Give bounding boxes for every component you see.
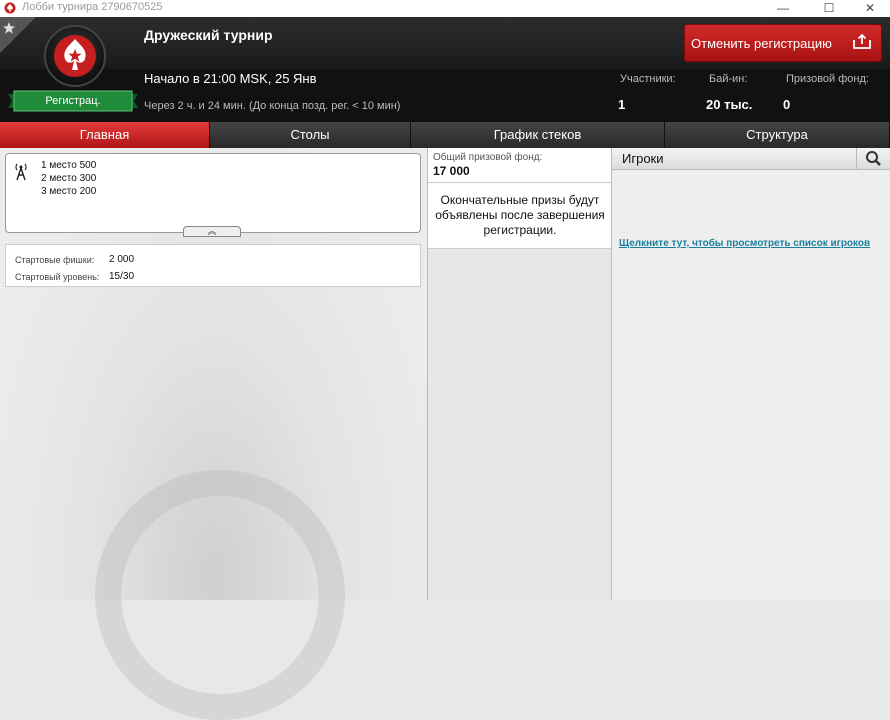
total-prizepool-label: Общий призовой фонд: [433,152,543,163]
starting-level-label: Стартовый уровень: [15,272,100,282]
cancel-registration-icon [853,33,871,49]
prize-place-3: 3 место 200 [41,186,97,197]
tournament-name: Дружеский турнир [144,27,273,43]
pokerstars-logo-icon [44,25,106,87]
buyin-label: Бай-ин: [709,73,748,85]
window-titlebar: Лобби турнира 2790670525 — ☐ ✕ [0,0,890,18]
prize-place-1: 1 место 500 [41,160,97,171]
tab-structure[interactable]: Структура [665,122,890,148]
window-title: Лобби турнира 2790670525 [22,1,163,13]
time-remaining: Через 2 ч. и 24 мин. (До конца позд. рег… [144,100,401,112]
prizepool-header-value: 0 [783,97,791,112]
tab-stack-chart[interactable]: График стеков [411,122,665,148]
prize-place-2: 2 место 300 [41,173,97,184]
search-icon [866,151,881,166]
close-button[interactable]: ✕ [850,0,890,17]
expand-chevron-icon[interactable]: ︽ [183,226,241,237]
players-count-label: Участники: [620,73,676,85]
registered-badge: Регистрац. [8,90,138,112]
tournament-start-time: Начало в 21:00 MSK, 25 Янв [144,71,317,86]
search-players-button[interactable] [856,148,890,170]
cancel-registration-label: Отменить регистрацию [691,36,832,51]
players-panel [612,148,890,600]
favorite-star-icon[interactable] [0,17,36,53]
cancel-registration-button[interactable]: Отменить регистрацию [684,24,882,62]
prize-tower-icon [15,163,27,181]
total-prizepool-value: 17 000 [433,164,470,178]
players-count-value: 1 [618,97,626,112]
starting-chips-label: Стартовые фишки: [15,255,95,265]
prizepool-header-label: Призовой фонд: [786,73,869,85]
minimize-button[interactable]: — [763,0,803,17]
stopwatch-watermark [95,470,345,720]
players-title: Игроки [622,151,664,166]
view-players-link[interactable]: Щелкните тут, чтобы просмотреть список и… [619,238,870,249]
tab-main[interactable]: Главная [0,122,210,148]
registered-badge-label: Регистрац. [45,95,101,107]
buyin-value: 20 тыс. [706,97,753,112]
starting-level-value: 15/30 [109,271,135,282]
divider [428,182,611,183]
starting-chips-value: 2 000 [109,254,135,265]
maximize-button[interactable]: ☐ [809,0,849,17]
pokerstars-app-icon [4,2,16,14]
tab-tables[interactable]: Столы [210,122,411,148]
final-prizes-note: Окончательные призы будут объявлены посл… [435,193,605,237]
